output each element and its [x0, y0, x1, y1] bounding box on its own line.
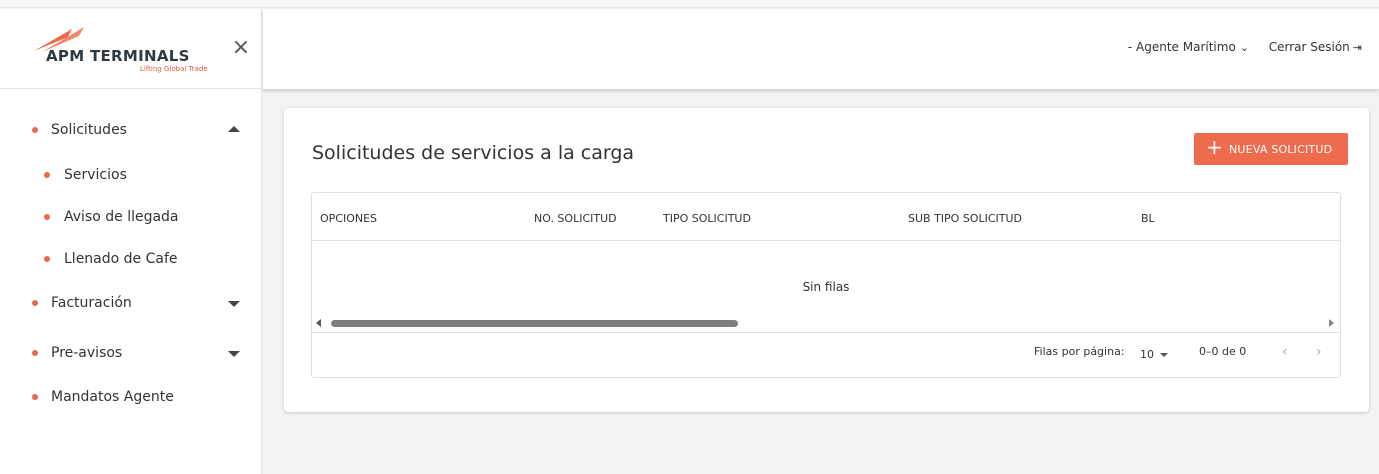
- bullet-icon: [44, 214, 50, 220]
- logo-area: APM TERMINALS Lifting Global Trade ×: [0, 9, 262, 89]
- main-card: Solicitudes de servicios a la carga + NU…: [284, 108, 1369, 412]
- top-strip: [0, 0, 1379, 8]
- scroll-right-icon[interactable]: [1329, 319, 1334, 327]
- logo-tagline: Lifting Global Trade: [140, 65, 208, 73]
- sidebar-item-label: Pre-avisos: [51, 345, 123, 361]
- horizontal-scrollbar[interactable]: [312, 315, 1340, 331]
- bullet-icon: [32, 394, 38, 400]
- caret-up-icon[interactable]: [228, 126, 240, 132]
- rows-per-page-select[interactable]: 10: [1140, 348, 1168, 361]
- agent-menu[interactable]: - Agente Marítimo ⌄: [1128, 40, 1249, 54]
- caret-down-icon[interactable]: [228, 351, 240, 357]
- logout-button[interactable]: Cerrar Sesión ⇥: [1269, 40, 1362, 54]
- sidebar-item-facturacion[interactable]: Facturación: [0, 290, 262, 318]
- close-sidebar-icon[interactable]: ×: [230, 37, 252, 59]
- bullet-icon: [44, 256, 50, 262]
- sidebar-item-pre-avisos[interactable]: Pre-avisos: [0, 340, 262, 368]
- caret-down-icon[interactable]: [228, 301, 240, 307]
- rows-per-page-label: Filas por página:: [1034, 345, 1125, 358]
- rows-per-page-value: 10: [1140, 348, 1154, 361]
- scroll-left-icon[interactable]: [316, 319, 321, 327]
- column-header-sub-tipo-solicitud[interactable]: SUB TIPO SOLICITUD: [908, 212, 1022, 225]
- bullet-icon: [32, 127, 38, 133]
- column-header-tipo-solicitud[interactable]: TIPO SOLICITUD: [663, 212, 751, 225]
- sidebar-item-servicios[interactable]: Servicios: [0, 162, 262, 190]
- logout-icon: ⇥: [1352, 41, 1362, 54]
- logout-label: Cerrar Sesión: [1268, 40, 1350, 54]
- sidebar-item-aviso-de-llegada[interactable]: Aviso de llegada: [0, 204, 262, 232]
- page-title: Solicitudes de servicios a la carga: [312, 142, 635, 164]
- sidebar: APM TERMINALS Lifting Global Trade × Sol…: [0, 9, 262, 474]
- apm-terminals-logo: APM TERMINALS Lifting Global Trade: [32, 25, 212, 75]
- new-request-label: NUEVA SOLICITUD: [1229, 143, 1333, 156]
- table-pagination: Filas por página: 10 0–0 de 0 ‹ ›: [312, 332, 1340, 378]
- sidebar-item-label: Facturación: [51, 295, 132, 311]
- dropdown-arrow-icon: [1160, 353, 1168, 357]
- sidebar-item-label: Servicios: [64, 167, 127, 183]
- next-page-icon[interactable]: ›: [1316, 344, 1322, 360]
- sidebar-item-label: Mandatos Agente: [51, 389, 174, 405]
- sidebar-item-label: Aviso de llegada: [64, 209, 179, 225]
- scrollbar-thumb[interactable]: [331, 320, 738, 327]
- sidebar-item-label: Llenado de Cafe: [64, 251, 178, 267]
- chevron-down-icon: ⌄: [1239, 41, 1249, 54]
- pagination-range: 0–0 de 0: [1199, 345, 1247, 358]
- column-header-no-solicitud[interactable]: NO. SOLICITUD: [534, 212, 617, 225]
- empty-rows-message: Sin filas: [802, 280, 850, 294]
- bullet-icon: [44, 172, 50, 178]
- logo-text: APM TERMINALS: [46, 47, 190, 65]
- sidebar-item-llenado-de-cafe[interactable]: Llenado de Cafe: [0, 246, 262, 274]
- agent-label: - Agente Marítimo: [1127, 40, 1236, 54]
- new-request-button[interactable]: + NUEVA SOLICITUD: [1194, 133, 1348, 165]
- column-header-opciones[interactable]: OPCIONES: [320, 212, 377, 225]
- sidebar-item-solicitudes[interactable]: Solicitudes: [0, 117, 262, 145]
- bullet-icon: [32, 300, 38, 306]
- table-header: OPCIONES NO. SOLICITUD TIPO SOLICITUD SU…: [312, 193, 1340, 241]
- top-header: - Agente Marítimo ⌄ Cerrar Sesión ⇥: [263, 9, 1379, 89]
- previous-page-icon[interactable]: ‹: [1282, 344, 1288, 360]
- column-header-bl[interactable]: BL: [1141, 212, 1155, 225]
- sidebar-item-label: Solicitudes: [51, 122, 127, 138]
- bullet-icon: [32, 350, 38, 356]
- requests-table: OPCIONES NO. SOLICITUD TIPO SOLICITUD SU…: [311, 192, 1341, 378]
- sidebar-item-mandatos-agente[interactable]: Mandatos Agente: [0, 384, 262, 412]
- plus-icon: +: [1206, 135, 1223, 159]
